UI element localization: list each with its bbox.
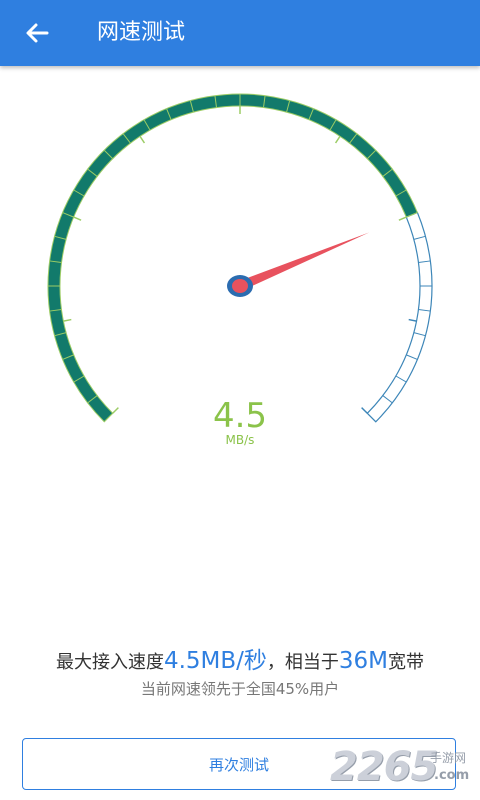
gauge-major-tick [334,135,341,144]
gauge-ticks [48,94,432,423]
result-prefix: 最大接入速度 [55,652,164,673]
gauge-tick [395,375,407,383]
gauge-tick [413,332,426,337]
rank-text: 当前网速领先于全国45%用户 [140,680,340,698]
gauge-major-tick [398,216,407,221]
page-title: 网速测试 [97,20,186,45]
result-speed: 4.5MB/秒 [163,648,267,674]
result-summary: 最大接入速度4.5MB/秒，相当于36M宽带 [0,646,480,678]
gauge-tick [418,260,431,264]
gauge-needle [227,232,370,297]
result-middle: ，相当于 [266,652,339,673]
gauge-tick [418,308,431,312]
app-bar: 网速测试 [0,0,480,66]
gauge-hub-inner [232,279,248,293]
gauge-tick [406,354,418,360]
result-suffix: 宽带 [388,652,425,673]
speed-unit: MB/s [225,433,255,447]
gauge-major-tick [408,318,417,322]
speed-value: 4.5 [212,396,268,436]
site-watermark-logo: 2265 手游网 .com [330,742,480,792]
gauge-major-tick [139,135,146,144]
gauge-filled-arc [47,93,419,423]
gauge-needle-pointer [238,232,370,291]
watermark-digits: 2265 [330,744,438,790]
watermark-com: .com [434,768,470,783]
gauge-empty-arc [366,211,433,423]
back-arrow-icon[interactable] [22,18,52,48]
gauge-tick [413,235,426,240]
gauge-major-tick [63,318,72,322]
watermark-cn: 手游网 [430,751,467,765]
gauge-major-tick [73,216,82,221]
result-bandwidth: 36M [338,648,389,674]
